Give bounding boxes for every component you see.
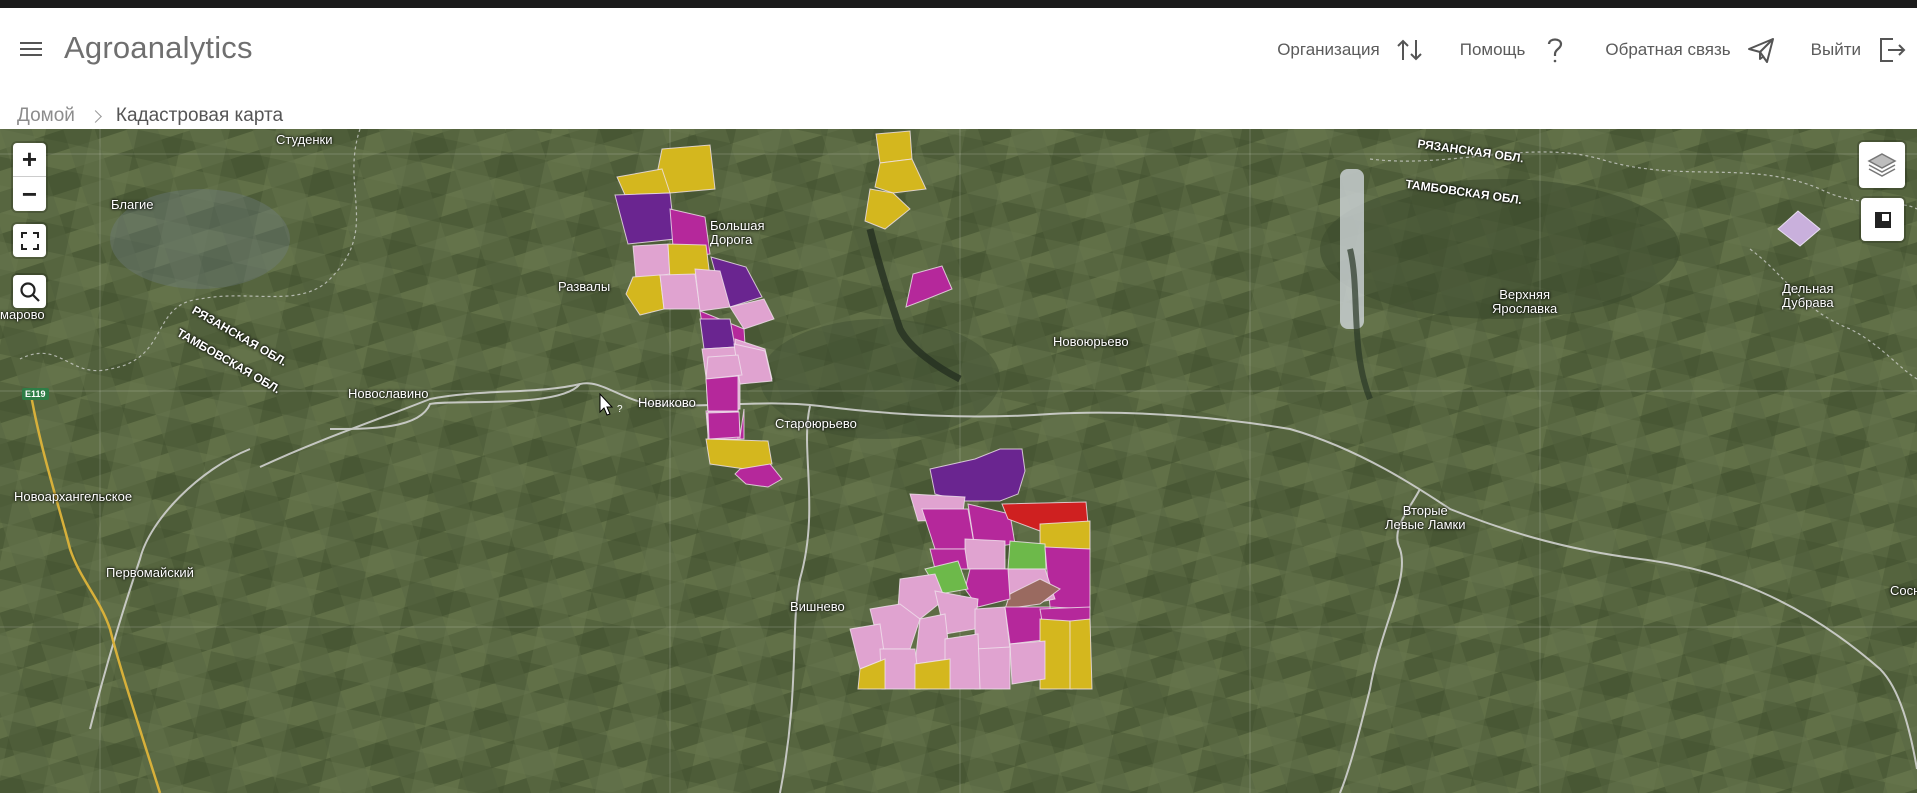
- top-strip: [0, 0, 1917, 8]
- field-parcel: [1069, 618, 1093, 690]
- field-parcel: [1009, 640, 1046, 685]
- place-label: Вишнево: [790, 599, 845, 614]
- field-parcel: [879, 648, 921, 690]
- zoom-control: + −: [13, 143, 46, 211]
- place-label: Студенки: [276, 132, 333, 147]
- field-parcel: [914, 658, 951, 690]
- field-parcel: [705, 438, 773, 470]
- logout-button[interactable]: Выйти: [1811, 34, 1907, 66]
- feedback-button[interactable]: Обратная связь: [1605, 34, 1776, 66]
- place-label-text: Верхняя Ярославка: [1492, 287, 1558, 316]
- field-parcel: [875, 130, 913, 164]
- hamburger-menu-icon[interactable]: [18, 38, 44, 60]
- place-label-text: Дельная Дубрава: [1782, 281, 1834, 310]
- help-label: Помощь: [1459, 40, 1526, 59]
- fullscreen-button[interactable]: [13, 224, 46, 257]
- feedback-label: Обратная связь: [1605, 40, 1731, 59]
- logout-label: Выйти: [1810, 40, 1861, 59]
- ruler-square-icon: [1874, 211, 1891, 228]
- field-parcel: [632, 243, 671, 280]
- layers-button[interactable]: [1859, 142, 1905, 188]
- place-label: Вторые Левые Ламки: [1385, 504, 1466, 532]
- cursor-help-marker: ?: [617, 404, 623, 415]
- road-number-badge: E119: [22, 388, 49, 400]
- field-parcel: [964, 538, 1006, 570]
- breadcrumb: Домой Кадастровая карта: [17, 104, 283, 128]
- swap-arrows-icon: [1397, 39, 1422, 61]
- field-parcel: [705, 375, 739, 412]
- organization-button[interactable]: Организация: [1277, 34, 1426, 66]
- place-label: Новоюрьево: [1053, 334, 1129, 349]
- question-mark-icon: [1548, 38, 1563, 63]
- zoom-out-button[interactable]: −: [13, 177, 46, 211]
- help-button[interactable]: Помощь: [1460, 34, 1572, 66]
- place-label: Дельная Дубрава: [1782, 282, 1834, 310]
- place-label-text: Вторые Левые Ламки: [1385, 503, 1466, 532]
- place-label: Староюрьево: [775, 416, 857, 431]
- app-title: Agroanalytics: [64, 30, 253, 65]
- layers-icon: [1867, 153, 1897, 177]
- place-label: Большая Дорога: [710, 219, 765, 247]
- map-search-button[interactable]: [13, 275, 46, 308]
- place-label: Новиково: [638, 395, 696, 410]
- paper-plane-icon: [1747, 38, 1774, 63]
- place-label: марово: [0, 307, 45, 322]
- chevron-right-icon: [89, 109, 102, 123]
- breadcrumb-home-link[interactable]: Домой: [17, 105, 75, 127]
- field-parcel: [659, 273, 701, 310]
- fullscreen-icon: [20, 231, 39, 250]
- app-header: Agroanalytics Организация Помощь Обратна…: [0, 8, 1917, 126]
- logout-icon: [1880, 38, 1906, 62]
- place-label: Верхняя Ярославка: [1492, 288, 1557, 316]
- top-nav: Организация Помощь Обратная связь Выйти: [1243, 30, 1907, 70]
- place-label: Новоархангельское: [14, 489, 133, 504]
- place-label: Первомайский: [106, 565, 194, 580]
- field-parcel: [1007, 540, 1047, 570]
- organization-label: Организация: [1277, 40, 1380, 59]
- zoom-in-button[interactable]: +: [13, 143, 46, 177]
- measure-button[interactable]: [1861, 198, 1904, 241]
- place-label-text: Большая Дорога: [710, 218, 765, 247]
- place-label: Сосн: [1890, 583, 1917, 598]
- field-parcel: [705, 354, 743, 380]
- field-parcel: [1039, 520, 1091, 550]
- field-parcel: [707, 411, 741, 440]
- place-label: Благие: [111, 197, 154, 212]
- place-label: Развалы: [558, 279, 611, 294]
- breadcrumb-current: Кадастровая карта: [115, 105, 284, 126]
- field-parcel: [699, 318, 736, 350]
- map-canvas[interactable]: ?: [0, 129, 1917, 793]
- search-icon: [19, 281, 40, 302]
- place-label: Новославино: [348, 386, 429, 401]
- cadastral-map[interactable]: ? Студенки Благие Большая Дорога Развалы…: [0, 129, 1917, 793]
